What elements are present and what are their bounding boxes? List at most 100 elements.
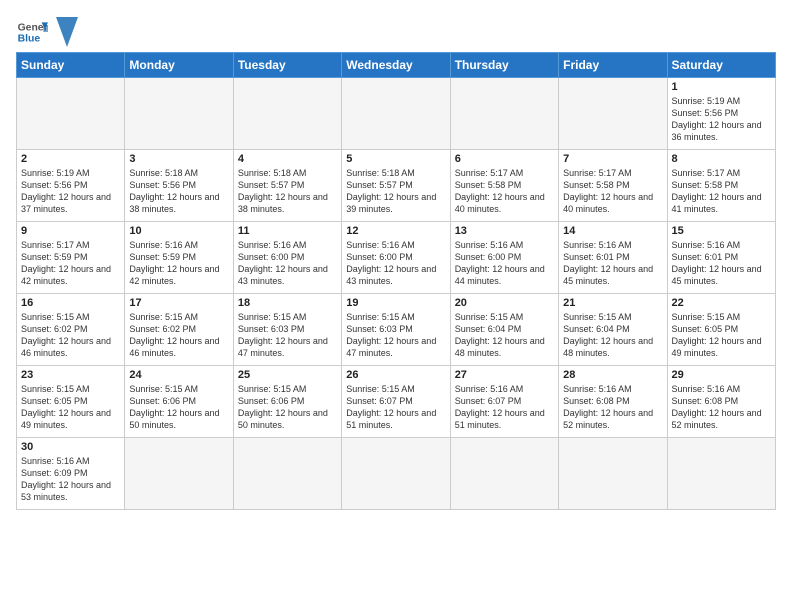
calendar-cell <box>450 438 558 510</box>
day-info: Sunrise: 5:16 AM Sunset: 5:59 PM Dayligh… <box>129 239 228 288</box>
calendar-cell: 19 Sunrise: 5:15 AM Sunset: 6:03 PM Dayli… <box>342 294 450 366</box>
calendar-cell <box>233 78 341 150</box>
svg-text:Blue: Blue <box>18 34 41 45</box>
calendar-week-row: 1 Sunrise: 5:19 AM Sunset: 5:56 PM Daylig… <box>17 78 776 150</box>
day-number: 26 <box>346 369 445 381</box>
header: General Blue <box>16 10 776 48</box>
day-number: 3 <box>129 153 228 165</box>
day-info: Sunrise: 5:19 AM Sunset: 5:56 PM Dayligh… <box>21 167 120 216</box>
weekday-header-row: SundayMondayTuesdayWednesdayThursdayFrid… <box>17 53 776 78</box>
calendar-week-row: 2 Sunrise: 5:19 AM Sunset: 5:56 PM Daylig… <box>17 150 776 222</box>
calendar-cell: 24Sunrise: 5:15 AM Sunset: 6:06 PM Dayli… <box>125 366 233 438</box>
day-info: Sunrise: 5:15 AM Sunset: 6:07 PM Dayligh… <box>346 383 445 432</box>
day-number: 11 <box>238 225 337 237</box>
logo-icon: General Blue <box>16 16 48 48</box>
logo-triangle-icon <box>56 17 78 47</box>
calendar-cell <box>233 438 341 510</box>
calendar-cell: 5 Sunrise: 5:18 AM Sunset: 5:57 PM Daylig… <box>342 150 450 222</box>
day-number: 30 <box>21 441 120 453</box>
calendar-cell: 18Sunrise: 5:15 AM Sunset: 6:03 PM Dayli… <box>233 294 341 366</box>
calendar-cell <box>342 78 450 150</box>
calendar-page: General Blue SundayMondayTuesdayWednesda… <box>0 0 792 612</box>
day-info: Sunrise: 5:16 AM Sunset: 6:00 PM Dayligh… <box>455 239 554 288</box>
day-number: 19 <box>346 297 445 309</box>
calendar-cell <box>125 78 233 150</box>
calendar-cell: 3 Sunrise: 5:18 AM Sunset: 5:56 PM Daylig… <box>125 150 233 222</box>
day-number: 12 <box>346 225 445 237</box>
calendar-cell: 15Sunrise: 5:16 AM Sunset: 6:01 PM Dayli… <box>667 222 775 294</box>
day-number: 1 <box>672 81 771 93</box>
calendar-cell <box>17 78 125 150</box>
calendar-cell: 9 Sunrise: 5:17 AM Sunset: 5:59 PM Daylig… <box>17 222 125 294</box>
day-number: 23 <box>21 369 120 381</box>
day-info: Sunrise: 5:16 AM Sunset: 6:08 PM Dayligh… <box>672 383 771 432</box>
day-info: Sunrise: 5:17 AM Sunset: 5:58 PM Dayligh… <box>563 167 662 216</box>
weekday-header-thursday: Thursday <box>450 53 558 78</box>
day-info: Sunrise: 5:15 AM Sunset: 6:06 PM Dayligh… <box>238 383 337 432</box>
calendar-cell: 6 Sunrise: 5:17 AM Sunset: 5:58 PM Daylig… <box>450 150 558 222</box>
day-info: Sunrise: 5:17 AM Sunset: 5:58 PM Dayligh… <box>672 167 771 216</box>
day-number: 29 <box>672 369 771 381</box>
weekday-header-tuesday: Tuesday <box>233 53 341 78</box>
calendar-cell <box>125 438 233 510</box>
day-info: Sunrise: 5:16 AM Sunset: 6:00 PM Dayligh… <box>346 239 445 288</box>
calendar-cell: 27 Sunrise: 5:16 AM Sunset: 6:07 PM Dayli… <box>450 366 558 438</box>
day-number: 16 <box>21 297 120 309</box>
day-info: Sunrise: 5:16 AM Sunset: 6:01 PM Dayligh… <box>672 239 771 288</box>
day-info: Sunrise: 5:18 AM Sunset: 5:56 PM Dayligh… <box>129 167 228 216</box>
calendar-cell: 25Sunrise: 5:15 AM Sunset: 6:06 PM Dayli… <box>233 366 341 438</box>
calendar-week-row: 16 Sunrise: 5:15 AM Sunset: 6:02 PM Dayli… <box>17 294 776 366</box>
day-info: Sunrise: 5:15 AM Sunset: 6:05 PM Dayligh… <box>672 311 771 360</box>
day-info: Sunrise: 5:16 AM Sunset: 6:09 PM Dayligh… <box>21 455 120 504</box>
day-number: 5 <box>346 153 445 165</box>
day-info: Sunrise: 5:15 AM Sunset: 6:03 PM Dayligh… <box>238 311 337 360</box>
day-info: Sunrise: 5:19 AM Sunset: 5:56 PM Dayligh… <box>672 95 771 144</box>
calendar-cell <box>559 78 667 150</box>
weekday-header-friday: Friday <box>559 53 667 78</box>
day-info: Sunrise: 5:16 AM Sunset: 6:07 PM Dayligh… <box>455 383 554 432</box>
day-info: Sunrise: 5:17 AM Sunset: 5:58 PM Dayligh… <box>455 167 554 216</box>
calendar-week-row: 30 Sunrise: 5:16 AM Sunset: 6:09 PM Dayli… <box>17 438 776 510</box>
calendar-cell: 20Sunrise: 5:15 AM Sunset: 6:04 PM Dayli… <box>450 294 558 366</box>
calendar-cell: 8Sunrise: 5:17 AM Sunset: 5:58 PM Daylig… <box>667 150 775 222</box>
calendar-cell: 10 Sunrise: 5:16 AM Sunset: 5:59 PM Dayli… <box>125 222 233 294</box>
day-info: Sunrise: 5:15 AM Sunset: 6:03 PM Dayligh… <box>346 311 445 360</box>
day-info: Sunrise: 5:18 AM Sunset: 5:57 PM Dayligh… <box>346 167 445 216</box>
day-number: 6 <box>455 153 554 165</box>
calendar-cell: 29 Sunrise: 5:16 AM Sunset: 6:08 PM Dayli… <box>667 366 775 438</box>
calendar-cell: 4 Sunrise: 5:18 AM Sunset: 5:57 PM Daylig… <box>233 150 341 222</box>
day-number: 21 <box>563 297 662 309</box>
calendar-cell: 22Sunrise: 5:15 AM Sunset: 6:05 PM Dayli… <box>667 294 775 366</box>
weekday-header-wednesday: Wednesday <box>342 53 450 78</box>
day-number: 27 <box>455 369 554 381</box>
day-number: 7 <box>563 153 662 165</box>
calendar-cell: 12 Sunrise: 5:16 AM Sunset: 6:00 PM Dayli… <box>342 222 450 294</box>
day-number: 20 <box>455 297 554 309</box>
calendar-cell: 1 Sunrise: 5:19 AM Sunset: 5:56 PM Daylig… <box>667 78 775 150</box>
calendar-cell: 23Sunrise: 5:15 AM Sunset: 6:05 PM Dayli… <box>17 366 125 438</box>
calendar-cell: 28Sunrise: 5:16 AM Sunset: 6:08 PM Dayli… <box>559 366 667 438</box>
calendar-week-row: 23Sunrise: 5:15 AM Sunset: 6:05 PM Dayli… <box>17 366 776 438</box>
day-number: 4 <box>238 153 337 165</box>
calendar-cell: 26 Sunrise: 5:15 AM Sunset: 6:07 PM Dayli… <box>342 366 450 438</box>
day-info: Sunrise: 5:17 AM Sunset: 5:59 PM Dayligh… <box>21 239 120 288</box>
day-info: Sunrise: 5:15 AM Sunset: 6:02 PM Dayligh… <box>129 311 228 360</box>
day-number: 2 <box>21 153 120 165</box>
day-info: Sunrise: 5:15 AM Sunset: 6:04 PM Dayligh… <box>563 311 662 360</box>
day-info: Sunrise: 5:18 AM Sunset: 5:57 PM Dayligh… <box>238 167 337 216</box>
calendar-cell <box>450 78 558 150</box>
calendar-cell: 11Sunrise: 5:16 AM Sunset: 6:00 PM Dayli… <box>233 222 341 294</box>
day-number: 13 <box>455 225 554 237</box>
calendar-cell: 13 Sunrise: 5:16 AM Sunset: 6:00 PM Dayli… <box>450 222 558 294</box>
calendar-cell <box>667 438 775 510</box>
calendar-cell: 30 Sunrise: 5:16 AM Sunset: 6:09 PM Dayli… <box>17 438 125 510</box>
day-info: Sunrise: 5:16 AM Sunset: 6:01 PM Dayligh… <box>563 239 662 288</box>
day-number: 14 <box>563 225 662 237</box>
day-number: 17 <box>129 297 228 309</box>
weekday-header-saturday: Saturday <box>667 53 775 78</box>
day-number: 10 <box>129 225 228 237</box>
calendar-cell <box>559 438 667 510</box>
calendar-table: SundayMondayTuesdayWednesdayThursdayFrid… <box>16 52 776 510</box>
day-number: 9 <box>21 225 120 237</box>
calendar-cell: 7 Sunrise: 5:17 AM Sunset: 5:58 PM Daylig… <box>559 150 667 222</box>
